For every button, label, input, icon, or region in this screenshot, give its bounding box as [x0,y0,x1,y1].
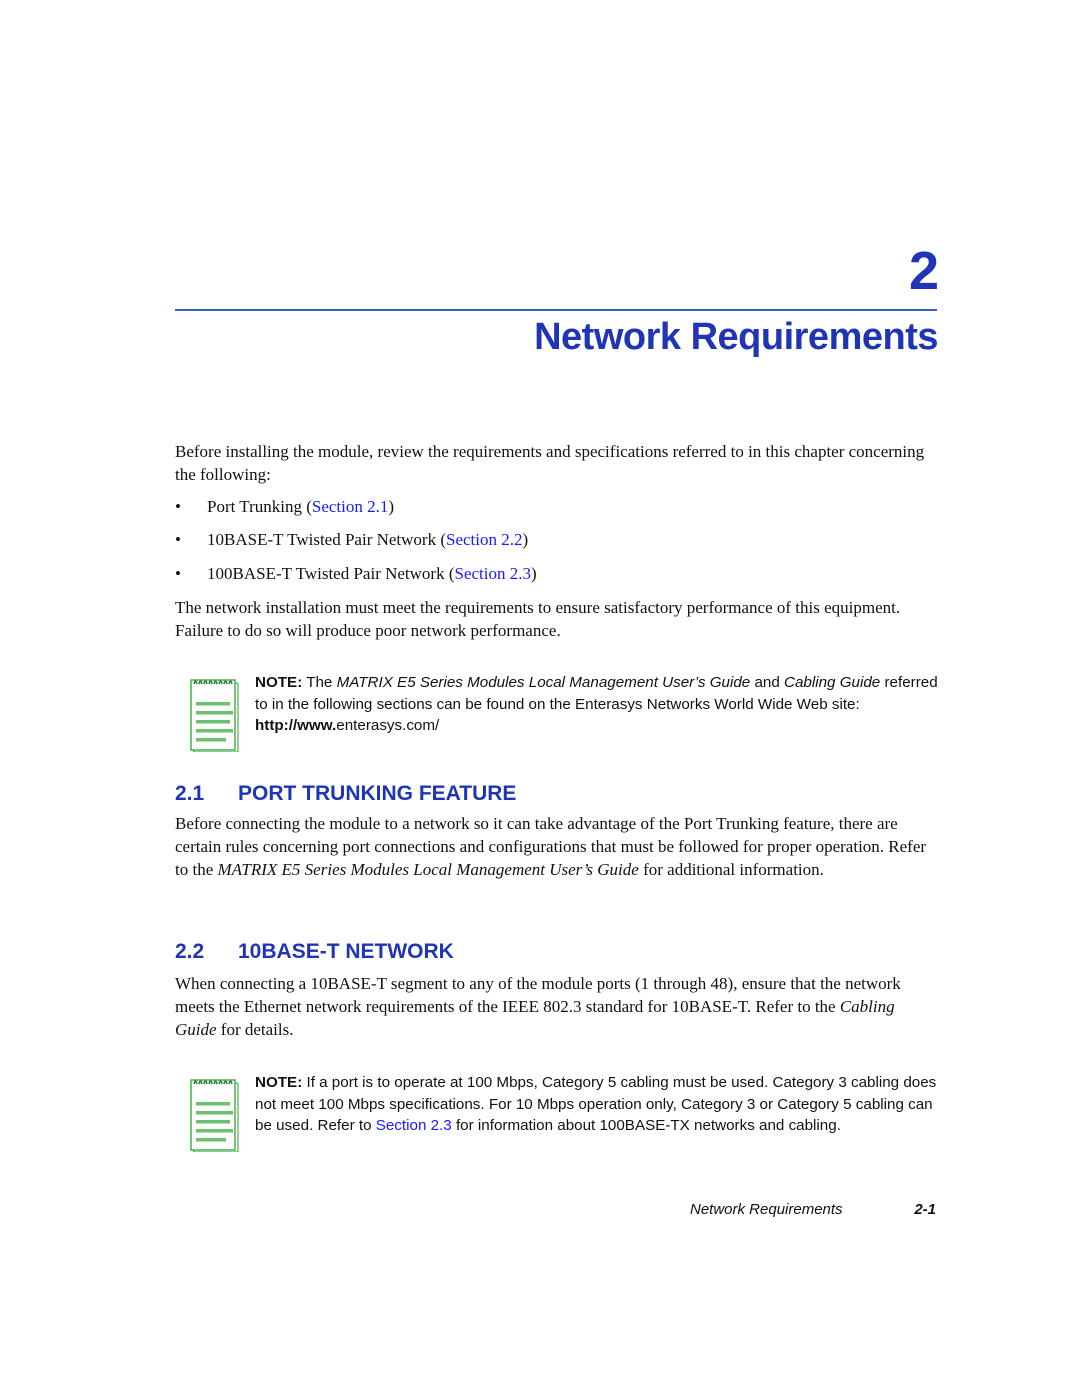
bullet-text-end: ) [531,564,537,583]
note-label: NOTE: [255,1074,303,1091]
guide-title: MATRIX E5 Series Modules Local Managemen… [336,674,751,691]
section-link[interactable]: Section 2.3 [455,564,532,583]
bullet-text: 100BASE-T Twisted Pair Network ( [207,564,455,583]
chapter-title: Network Requirements [534,316,938,358]
section-2-1-paragraph: Before connecting the module to a networ… [175,812,940,881]
chapter-rule [175,309,937,311]
bullet-symbol: • [175,530,181,549]
url-rest: enterasys.com/ [336,717,440,734]
notepad-icon [190,1079,239,1152]
section-2-2-paragraph: When connecting a 10BASE-T segment to an… [175,972,940,1041]
section-title: PORT TRUNKING FEATURE [238,782,517,805]
footer-title: Network Requirements [690,1201,843,1218]
bullet-item: • 10BASE-T Twisted Pair Network (Section … [175,529,528,551]
bullet-symbol: • [175,497,181,516]
page-number: 2-1 [914,1201,936,1218]
guide-title: Cabling Guide [784,674,881,691]
bullet-text-end: ) [522,530,529,549]
note-text: NOTE: The MATRIX E5 Series Modules Local… [255,672,945,737]
bullet-item: • 100BASE-T Twisted Pair Network (Section… [175,563,537,585]
section-number: 2.1 [175,782,205,805]
paragraph-text: for additional information. [638,860,824,879]
paragraph-text: When connecting a 10BASE-T segment to an… [175,974,901,1016]
section-number: 2.2 [175,940,205,963]
bullet-item: • Port Trunking (Section 2.1) [175,496,394,518]
section-heading-2-2: 2.2 10BASE-T NETWORK [175,941,454,962]
chapter-number: 2 [908,241,939,301]
bullet-text: Port Trunking ( [207,497,312,516]
note-text-part: for information about 100BASE-TX network… [451,1117,841,1134]
bullet-text: 10BASE-T Twisted Pair Network ( [207,530,446,549]
page-footer: Network Requirements 2-1 [690,1201,940,1218]
bullet-symbol: • [175,564,181,583]
intro-paragraph: Before installing the module, review the… [175,442,925,484]
section-link[interactable]: Section 2.3 [376,1117,452,1134]
note-text: NOTE: If a port is to operate at 100 Mbp… [255,1072,945,1137]
section-heading-2-1: 2.1 PORT TRUNKING FEATURE [175,783,516,804]
note-label: NOTE: [255,674,303,691]
guide-title: MATRIX E5 Series Modules Local Managemen… [217,860,639,879]
notepad-icon [190,679,239,752]
bullet-text-end: ) [388,497,395,516]
paragraph-text: for details. [216,1020,294,1039]
section-title: 10BASE-T NETWORK [238,940,454,963]
requirement-paragraph: The network installation must meet the r… [175,598,901,640]
section-link[interactable]: Section 2.1 [312,497,389,516]
url-bold: http://www. [255,717,337,734]
note-text-part: The [302,674,337,691]
section-link[interactable]: Section 2.2 [446,530,523,549]
note-text-part: and [750,674,784,691]
